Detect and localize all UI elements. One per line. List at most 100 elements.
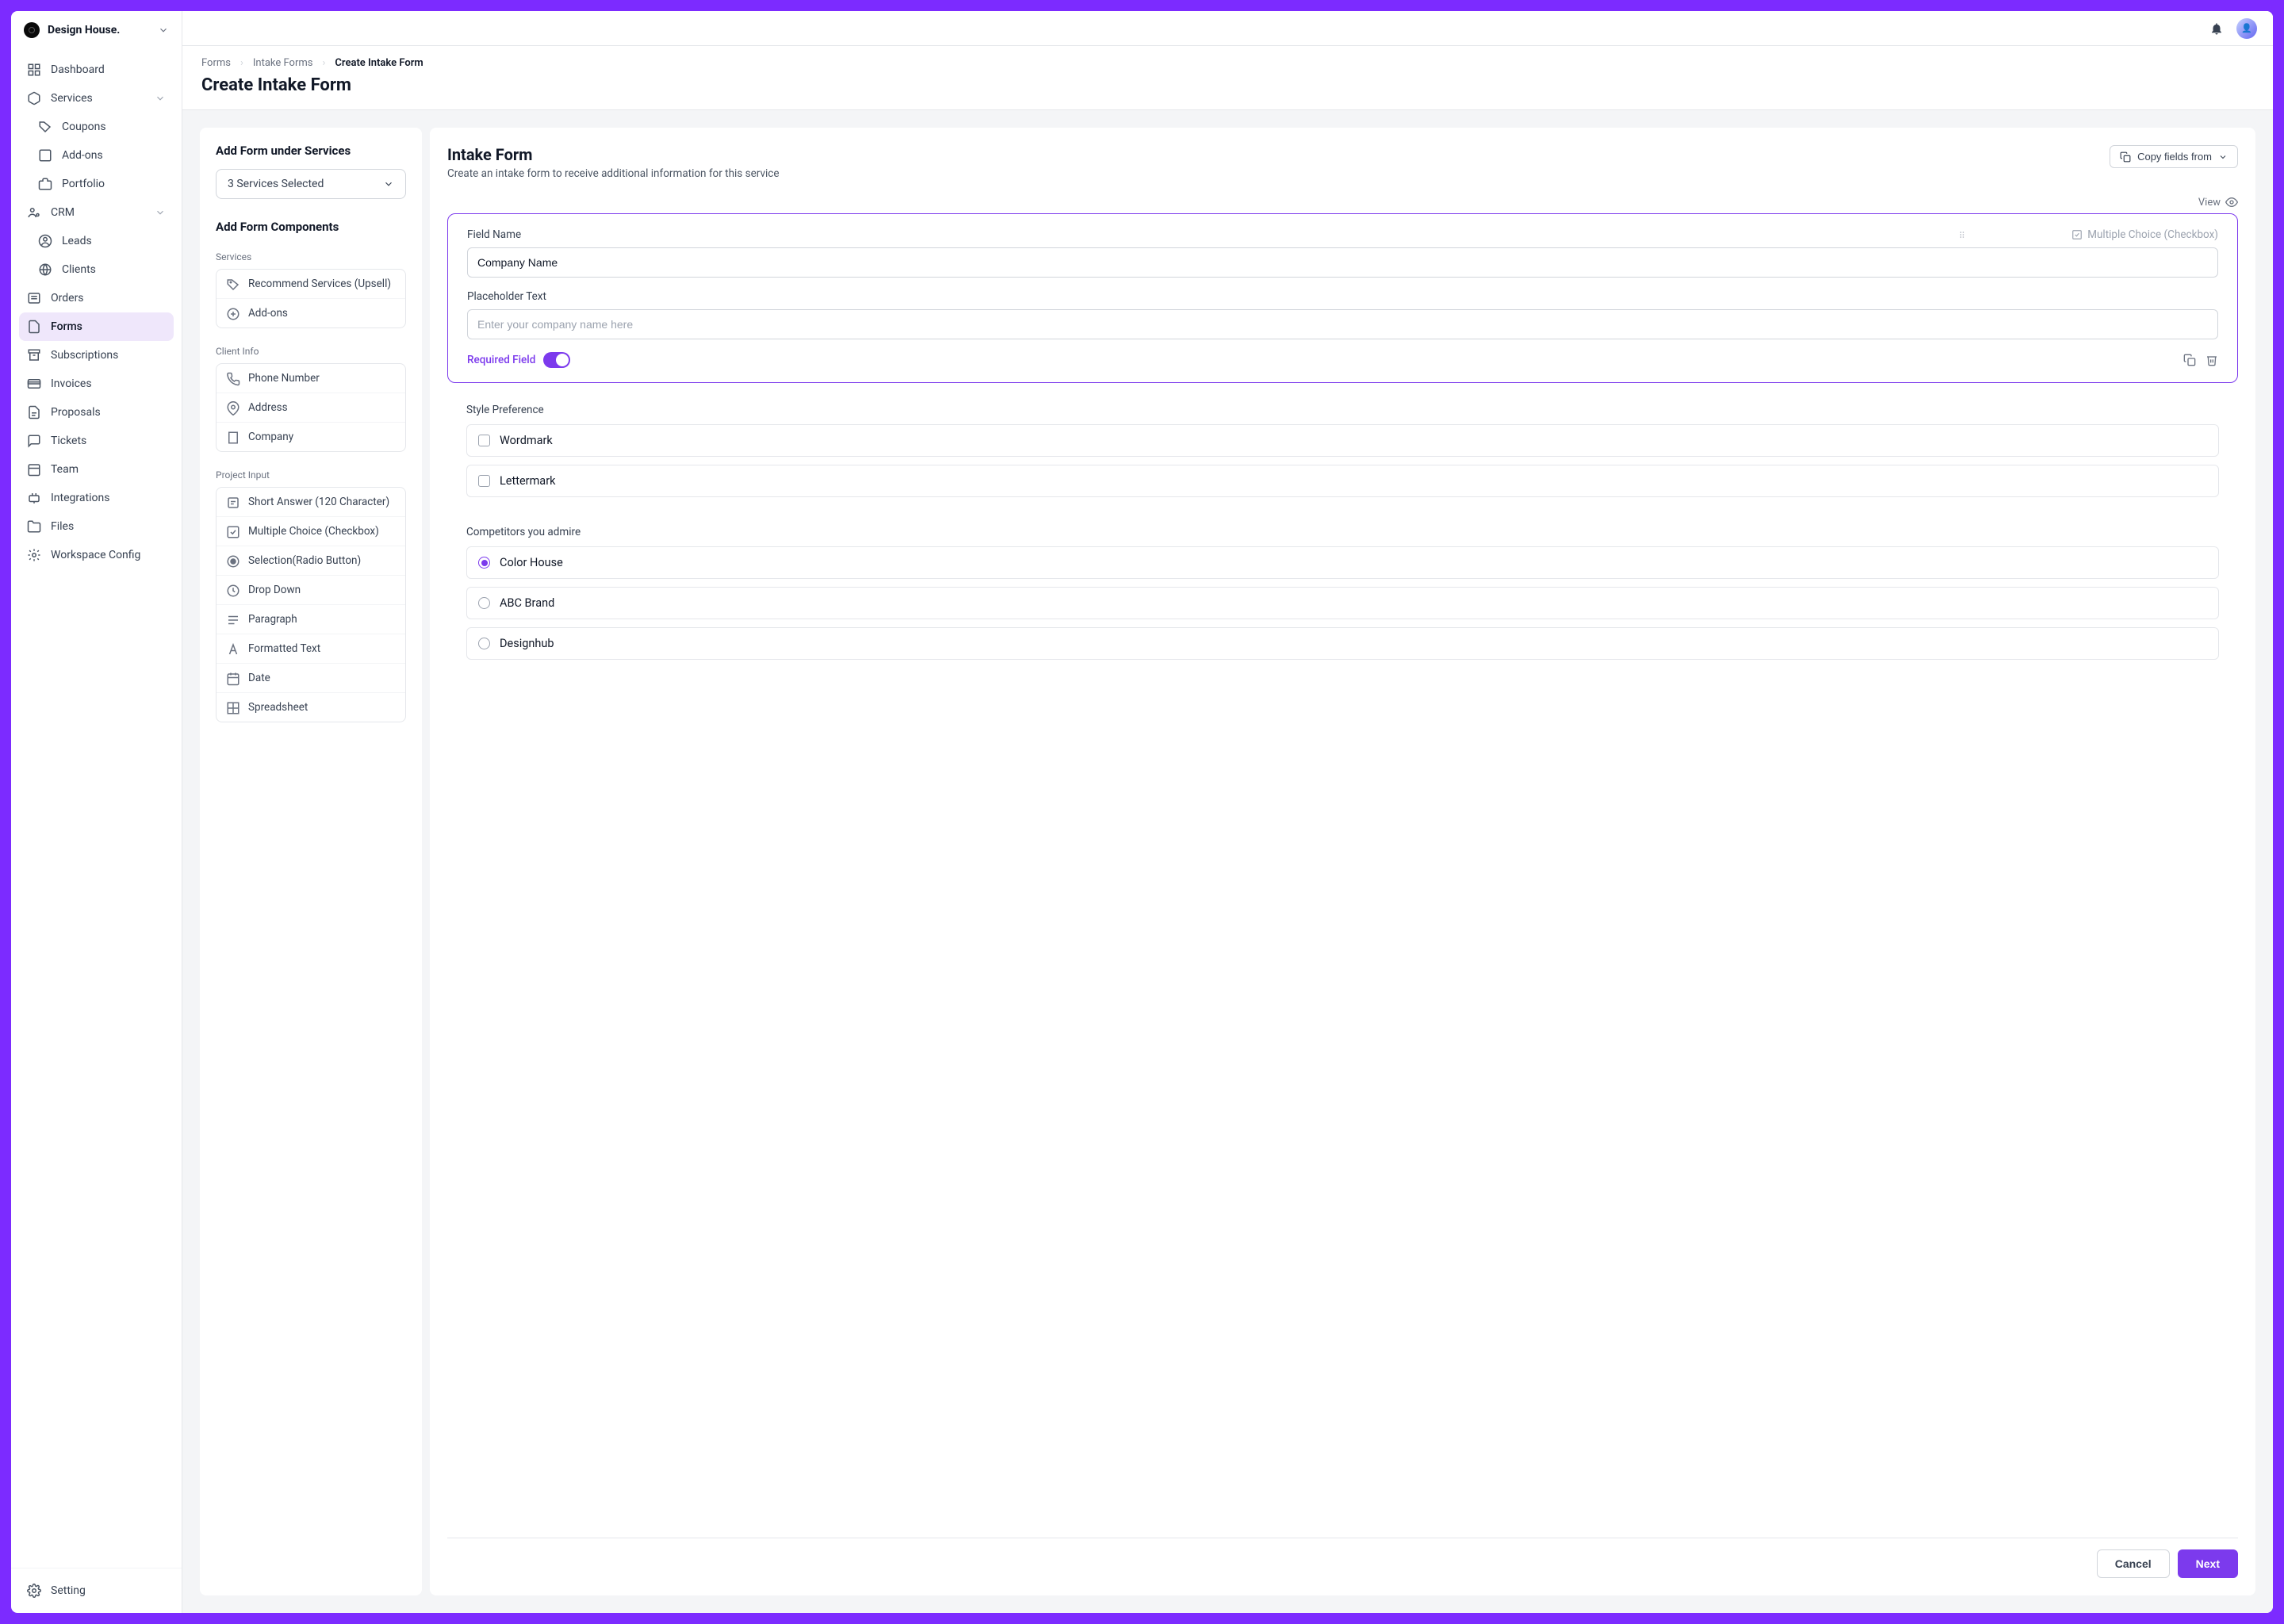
building-icon	[226, 431, 239, 443]
sidebar-item-label: Files	[51, 520, 74, 533]
component-item[interactable]: Drop Down	[217, 575, 405, 604]
tag-icon	[38, 120, 52, 134]
chevron-down-icon	[155, 207, 166, 218]
sidebar-item-crm[interactable]: CRM	[19, 198, 174, 227]
component-item-label: Add-ons	[248, 307, 288, 320]
sidebar-item-coupons[interactable]: Coupons	[19, 113, 174, 141]
crumb-1[interactable]: Intake Forms	[253, 57, 313, 69]
sidebar-item-clients[interactable]: Clients	[19, 255, 174, 284]
user-avatar[interactable]: 👤	[2236, 18, 2257, 39]
component-item[interactable]: Company	[217, 422, 405, 451]
duplicate-icon[interactable]	[2183, 354, 2196, 366]
component-item[interactable]: Selection(Radio Button)	[217, 546, 405, 575]
sidebar-item-label: CRM	[51, 206, 75, 219]
radio-icon	[478, 638, 490, 649]
sidebar-item-integrations[interactable]: Integrations	[19, 484, 174, 512]
footer-bar: Cancel Next	[447, 1538, 2238, 1578]
style-preference-block: Style Preference Wordmark Lettermark	[447, 404, 2238, 505]
style-preference-label: Style Preference	[466, 404, 2219, 416]
component-item[interactable]: Formatted Text	[217, 634, 405, 663]
copy-fields-button[interactable]: Copy fields from	[2110, 145, 2238, 168]
sidebar-item-label: Tickets	[51, 435, 86, 447]
sidebar-item-label: Invoices	[51, 377, 92, 390]
sidebar-item-setting[interactable]: Setting	[19, 1576, 174, 1605]
field-type-label: Multiple Choice (Checkbox)	[2087, 228, 2218, 241]
chevron-down-icon	[155, 93, 166, 104]
component-item[interactable]: Address	[217, 393, 405, 422]
sidebar-item-forms[interactable]: Forms	[19, 312, 174, 341]
checkbox-option[interactable]: Lettermark	[466, 465, 2219, 497]
box-icon	[27, 91, 41, 105]
component-item-label: Company	[248, 431, 293, 443]
people-gear-icon	[27, 205, 41, 220]
competitors-label: Competitors you admire	[466, 526, 2219, 538]
workspace-name: Design House.	[48, 24, 150, 36]
sidebar: Design House. DashboardServicesCouponsAd…	[11, 11, 182, 1613]
components-panel: Add Form under Services 3 Services Selec…	[200, 128, 422, 1595]
drag-handle-icon[interactable]	[1957, 230, 1967, 239]
crumb-0[interactable]: Forms	[201, 57, 231, 69]
field-card: Field Name Multiple Choice (Checkbox) Pl…	[447, 213, 2238, 383]
sidebar-item-files[interactable]: Files	[19, 512, 174, 541]
chat-icon	[27, 434, 41, 448]
sidebar-item-team[interactable]: Team	[19, 455, 174, 484]
sidebar-item-label: Proposals	[51, 406, 101, 419]
next-button[interactable]: Next	[2178, 1549, 2238, 1578]
sidebar-item-label: Setting	[51, 1584, 86, 1597]
chevron-down-icon	[383, 178, 394, 190]
intake-form-title: Intake Form	[447, 145, 780, 164]
text-line-icon	[226, 496, 239, 508]
component-item[interactable]: Date	[217, 663, 405, 692]
workspace-logo	[24, 22, 40, 38]
bell-icon[interactable]	[2209, 21, 2224, 36]
component-item[interactable]: Multiple Choice (Checkbox)	[217, 516, 405, 546]
add-under-services-title: Add Form under Services	[216, 144, 406, 158]
document-icon	[27, 405, 41, 419]
sidebar-item-orders[interactable]: Orders	[19, 284, 174, 312]
component-item[interactable]: Phone Number	[217, 364, 405, 393]
sidebar-item-dashboard[interactable]: Dashboard	[19, 56, 174, 84]
component-item[interactable]: Paragraph	[217, 604, 405, 634]
field-name-input[interactable]	[467, 247, 2218, 278]
component-item-label: Phone Number	[248, 372, 320, 385]
component-item[interactable]: Short Answer (120 Character)	[217, 488, 405, 516]
services-select-value: 3 Services Selected	[228, 178, 324, 190]
sidebar-item-subscriptions[interactable]: Subscriptions	[19, 341, 174, 370]
copy-icon	[2120, 151, 2131, 163]
field-type-indicator: Multiple Choice (Checkbox)	[2071, 228, 2218, 241]
sidebar-item-leads[interactable]: Leads	[19, 227, 174, 255]
list-icon	[27, 291, 41, 305]
workspace-switcher[interactable]: Design House.	[11, 11, 182, 49]
sidebar-item-tickets[interactable]: Tickets	[19, 427, 174, 455]
eye-icon	[2225, 196, 2238, 209]
component-item[interactable]: Recommend Services (Upsell)	[217, 270, 405, 298]
radio-option[interactable]: Color House	[466, 546, 2219, 579]
component-item[interactable]: Spreadsheet	[217, 692, 405, 722]
page-title: Create Intake Form	[201, 75, 2254, 95]
sidebar-item-label: Subscriptions	[51, 349, 118, 362]
sidebar-item-label: Portfolio	[62, 178, 105, 190]
view-toggle[interactable]: View	[447, 196, 2238, 209]
checkbox-icon	[226, 525, 239, 538]
sidebar-item-portfolio[interactable]: Portfolio	[19, 170, 174, 198]
required-toggle[interactable]	[543, 352, 570, 368]
cancel-button[interactable]: Cancel	[2097, 1549, 2170, 1578]
component-item[interactable]: Add-ons	[217, 298, 405, 327]
sidebar-item-workspace-config[interactable]: Workspace Config	[19, 541, 174, 569]
sidebar-item-add-ons[interactable]: Add-ons	[19, 141, 174, 170]
plus-square-icon	[38, 148, 52, 163]
radio-option[interactable]: ABC Brand	[466, 587, 2219, 619]
component-item-label: Formatted Text	[248, 642, 320, 655]
sidebar-item-invoices[interactable]: Invoices	[19, 370, 174, 398]
component-item-label: Recommend Services (Upsell)	[248, 278, 391, 290]
radio-option[interactable]: Designhub	[466, 627, 2219, 660]
checkbox-option[interactable]: Wordmark	[466, 424, 2219, 457]
placeholder-input[interactable]	[467, 309, 2218, 339]
sidebar-item-label: Orders	[51, 292, 84, 304]
sidebar-item-proposals[interactable]: Proposals	[19, 398, 174, 427]
trash-icon[interactable]	[2205, 354, 2218, 366]
services-select[interactable]: 3 Services Selected	[216, 169, 406, 199]
grid-icon	[226, 701, 239, 714]
sidebar-item-services[interactable]: Services	[19, 84, 174, 113]
sidebar-nav: DashboardServicesCouponsAdd-ons Portfolio…	[11, 49, 182, 1568]
